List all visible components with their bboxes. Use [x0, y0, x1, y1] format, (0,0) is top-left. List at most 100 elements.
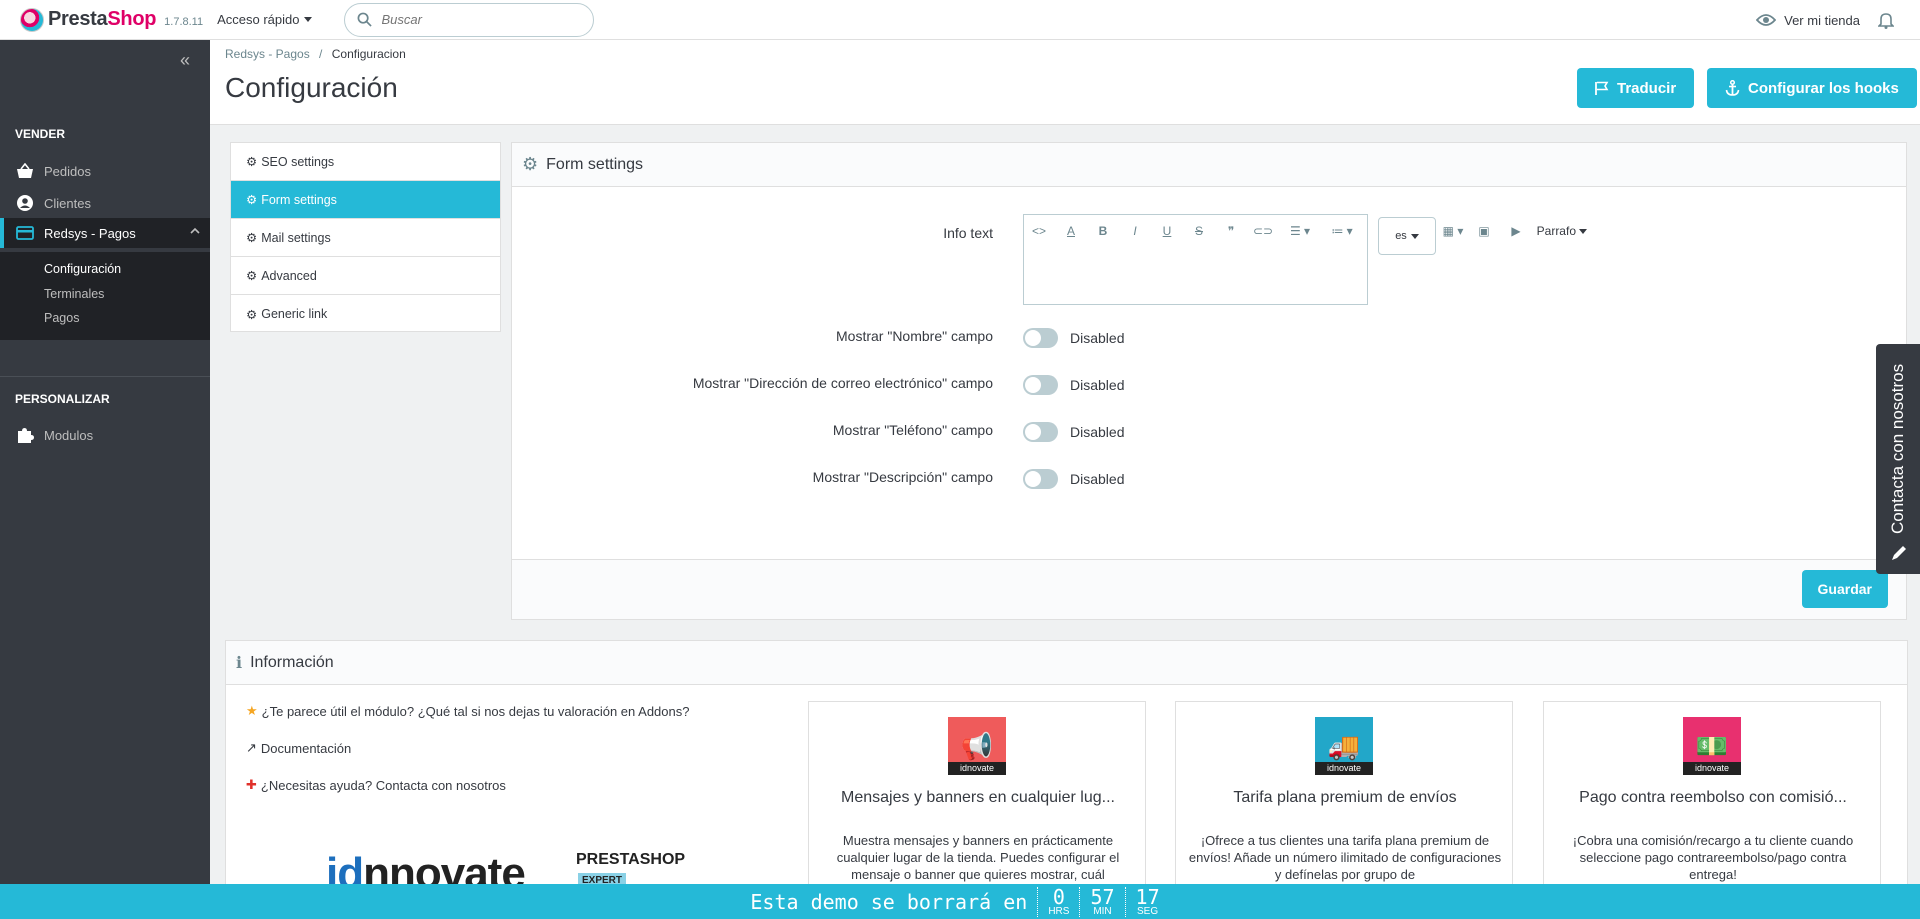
sidebar-item-customers[interactable]: Clientes: [0, 188, 210, 218]
cogs-icon: ⚙: [246, 307, 258, 322]
info-heading: ℹ Información: [226, 641, 1907, 685]
basket-icon: [15, 163, 35, 179]
chevron-down-icon: [303, 17, 312, 22]
toggle-row-nombre: Disabled: [1023, 328, 1124, 348]
toggle-email[interactable]: [1023, 375, 1058, 395]
demo-text: Esta demo se borrará en: [750, 889, 1028, 914]
help-link[interactable]: ✚ ¿Necesitas ayuda? Contacta con nosotro…: [246, 777, 506, 793]
pencil-icon: [1892, 546, 1906, 560]
underline-icon[interactable]: U: [1151, 224, 1183, 238]
text-color-icon[interactable]: A: [1055, 224, 1087, 238]
page-header: Redsys - Pagos / Configuracion Configura…: [210, 40, 1920, 125]
prestashop-expert-logo: PRESTASHOP: [576, 851, 686, 868]
chevron-down-icon: [1579, 228, 1588, 234]
bell-icon[interactable]: [1878, 11, 1894, 29]
submenu-item-configuracion[interactable]: Configuración: [44, 262, 121, 276]
form-settings-panel: ⚙ Form settings Info text <> A B I U S ❞…: [511, 142, 1907, 620]
cogs-icon: ⚙: [522, 154, 539, 174]
submenu-item-terminales[interactable]: Terminales: [44, 287, 104, 301]
save-button[interactable]: Guardar: [1801, 570, 1888, 608]
link-icon[interactable]: ⊂⊃: [1247, 224, 1279, 238]
configure-hooks-label: Configurar los hooks: [1748, 79, 1899, 97]
image-icon[interactable]: ▣: [1468, 224, 1500, 238]
settings-tabs: ⚙ SEO settings ⚙ Form settings ⚙ Mail setti…: [230, 142, 501, 332]
cogs-icon: ⚙: [246, 193, 258, 207]
submenu-item-pagos[interactable]: Pagos: [44, 311, 79, 325]
tab-advanced[interactable]: ⚙ Advanced: [231, 257, 500, 295]
info-icon: ℹ: [236, 654, 243, 672]
section-sell-title: VENDER: [15, 127, 66, 141]
video-icon[interactable]: ▶: [1500, 224, 1532, 238]
field-label-email: Mostrar "Dirección de correo electrónico…: [692, 375, 993, 391]
card-description: Muestra mensajes y banners en prácticame…: [836, 833, 1120, 882]
toggle-telefono[interactable]: [1023, 422, 1058, 442]
countdown-hours: 0 HRS: [1037, 886, 1079, 917]
tab-label: Advanced: [261, 268, 317, 283]
view-shop-label: Ver mi tienda: [1784, 12, 1860, 28]
card-title: Mensajes y banners en cualquier lug...: [841, 789, 1115, 806]
rate-module-link[interactable]: ★ ¿Te parece útil el módulo? ¿Qué tal si…: [246, 703, 689, 719]
sidebar-item-label: Pedidos: [44, 163, 91, 179]
quick-access-dropdown[interactable]: Acceso rápido: [217, 12, 312, 27]
prestashop-logo[interactable]: PrestaShop: [20, 7, 156, 32]
countdown-minutes: 57 MIN: [1079, 886, 1124, 917]
sidebar-item-modules[interactable]: Modulos: [0, 420, 210, 450]
cogs-icon: ⚙: [246, 231, 258, 245]
tab-seo-settings[interactable]: ⚙ SEO settings: [231, 143, 500, 181]
sidebar-item-label: Modulos: [44, 427, 94, 443]
strikethrough-icon[interactable]: S: [1183, 224, 1215, 238]
configure-hooks-button[interactable]: Configurar los hooks: [1707, 68, 1917, 108]
truck-icon: 🚚 idnovate: [1315, 717, 1373, 775]
align-icon[interactable]: ☰ ▾: [1279, 224, 1321, 238]
field-label-nombre: Mostrar "Nombre" campo: [836, 328, 993, 344]
translate-label: Traducir: [1617, 79, 1677, 97]
tab-label: SEO settings: [261, 154, 335, 169]
cash-icon: 💵 idnovate: [1683, 717, 1741, 775]
quote-icon[interactable]: ❞: [1215, 224, 1247, 238]
field-label-telefono: Mostrar "Teléfono" campo: [832, 422, 993, 438]
toggle-row-descripcion: Disabled: [1023, 469, 1124, 489]
anchor-icon: [1725, 80, 1740, 96]
contact-side-tab[interactable]: Contacta con nosotros: [1876, 344, 1920, 574]
collapse-sidebar-icon[interactable]: «: [180, 50, 190, 71]
documentation-link[interactable]: ↗ Documentación: [246, 740, 351, 756]
sidebar-item-orders[interactable]: Pedidos: [0, 156, 210, 186]
panel-heading: ⚙ Form settings: [512, 143, 1906, 187]
code-icon[interactable]: <>: [1023, 224, 1055, 238]
language-selector[interactable]: es: [1378, 217, 1436, 255]
view-shop-link[interactable]: Ver mi tienda: [1756, 13, 1860, 28]
toggle-row-telefono: Disabled: [1023, 422, 1124, 442]
bold-icon[interactable]: B: [1087, 224, 1119, 238]
info-title: Información: [250, 653, 334, 671]
countdown-seconds: 17 SEG: [1124, 886, 1170, 917]
tab-form-settings[interactable]: ⚙ Form settings: [231, 181, 500, 219]
list-icon[interactable]: ≔ ▾: [1321, 224, 1363, 238]
editor-toolbar-extra: ▦ ▾ ▣ ▶ Parrafo: [1438, 221, 1592, 241]
sidebar-item-label: Clientes: [44, 195, 91, 211]
chevron-down-icon: [1410, 233, 1419, 239]
breadcrumb-parent[interactable]: Redsys - Pagos: [225, 47, 310, 61]
toggle-nombre[interactable]: [1023, 328, 1058, 348]
editor-toolbar: <> A B I U S ❞ ⊂⊃ ☰ ▾ ≔ ▾: [1023, 221, 1363, 241]
search-box[interactable]: [343, 2, 594, 37]
star-icon: ★: [246, 703, 258, 718]
cogs-icon: ⚙: [246, 269, 258, 283]
toggle-state: Disabled: [1070, 424, 1125, 440]
translate-button[interactable]: Traducir: [1577, 68, 1695, 108]
breadcrumb-current: Configuracion: [331, 47, 406, 61]
info-text-label: Info text: [943, 225, 993, 241]
paragraph-dropdown[interactable]: Parrafo: [1532, 224, 1592, 238]
card-description: ¡Ofrece a tus clientes una tarifa plana …: [1188, 833, 1502, 882]
table-icon[interactable]: ▦ ▾: [1438, 224, 1468, 238]
contact-tab-label: Contacta con nosotros: [1888, 363, 1907, 534]
italic-icon[interactable]: I: [1119, 224, 1151, 238]
search-input[interactable]: [381, 12, 562, 27]
sidebar-item-redsys[interactable]: Redsys - Pagos: [0, 218, 210, 248]
megaphone-icon: 📢 idnovate: [948, 717, 1006, 775]
tab-mail-settings[interactable]: ⚙ Mail settings: [231, 219, 500, 257]
toggle-descripcion[interactable]: [1023, 469, 1058, 489]
page-title: Configuración: [225, 72, 398, 103]
version-label: 1.7.8.11: [164, 15, 204, 28]
tab-generic-link[interactable]: ⚙ Generic link: [231, 295, 500, 333]
card-icon: [15, 226, 35, 240]
